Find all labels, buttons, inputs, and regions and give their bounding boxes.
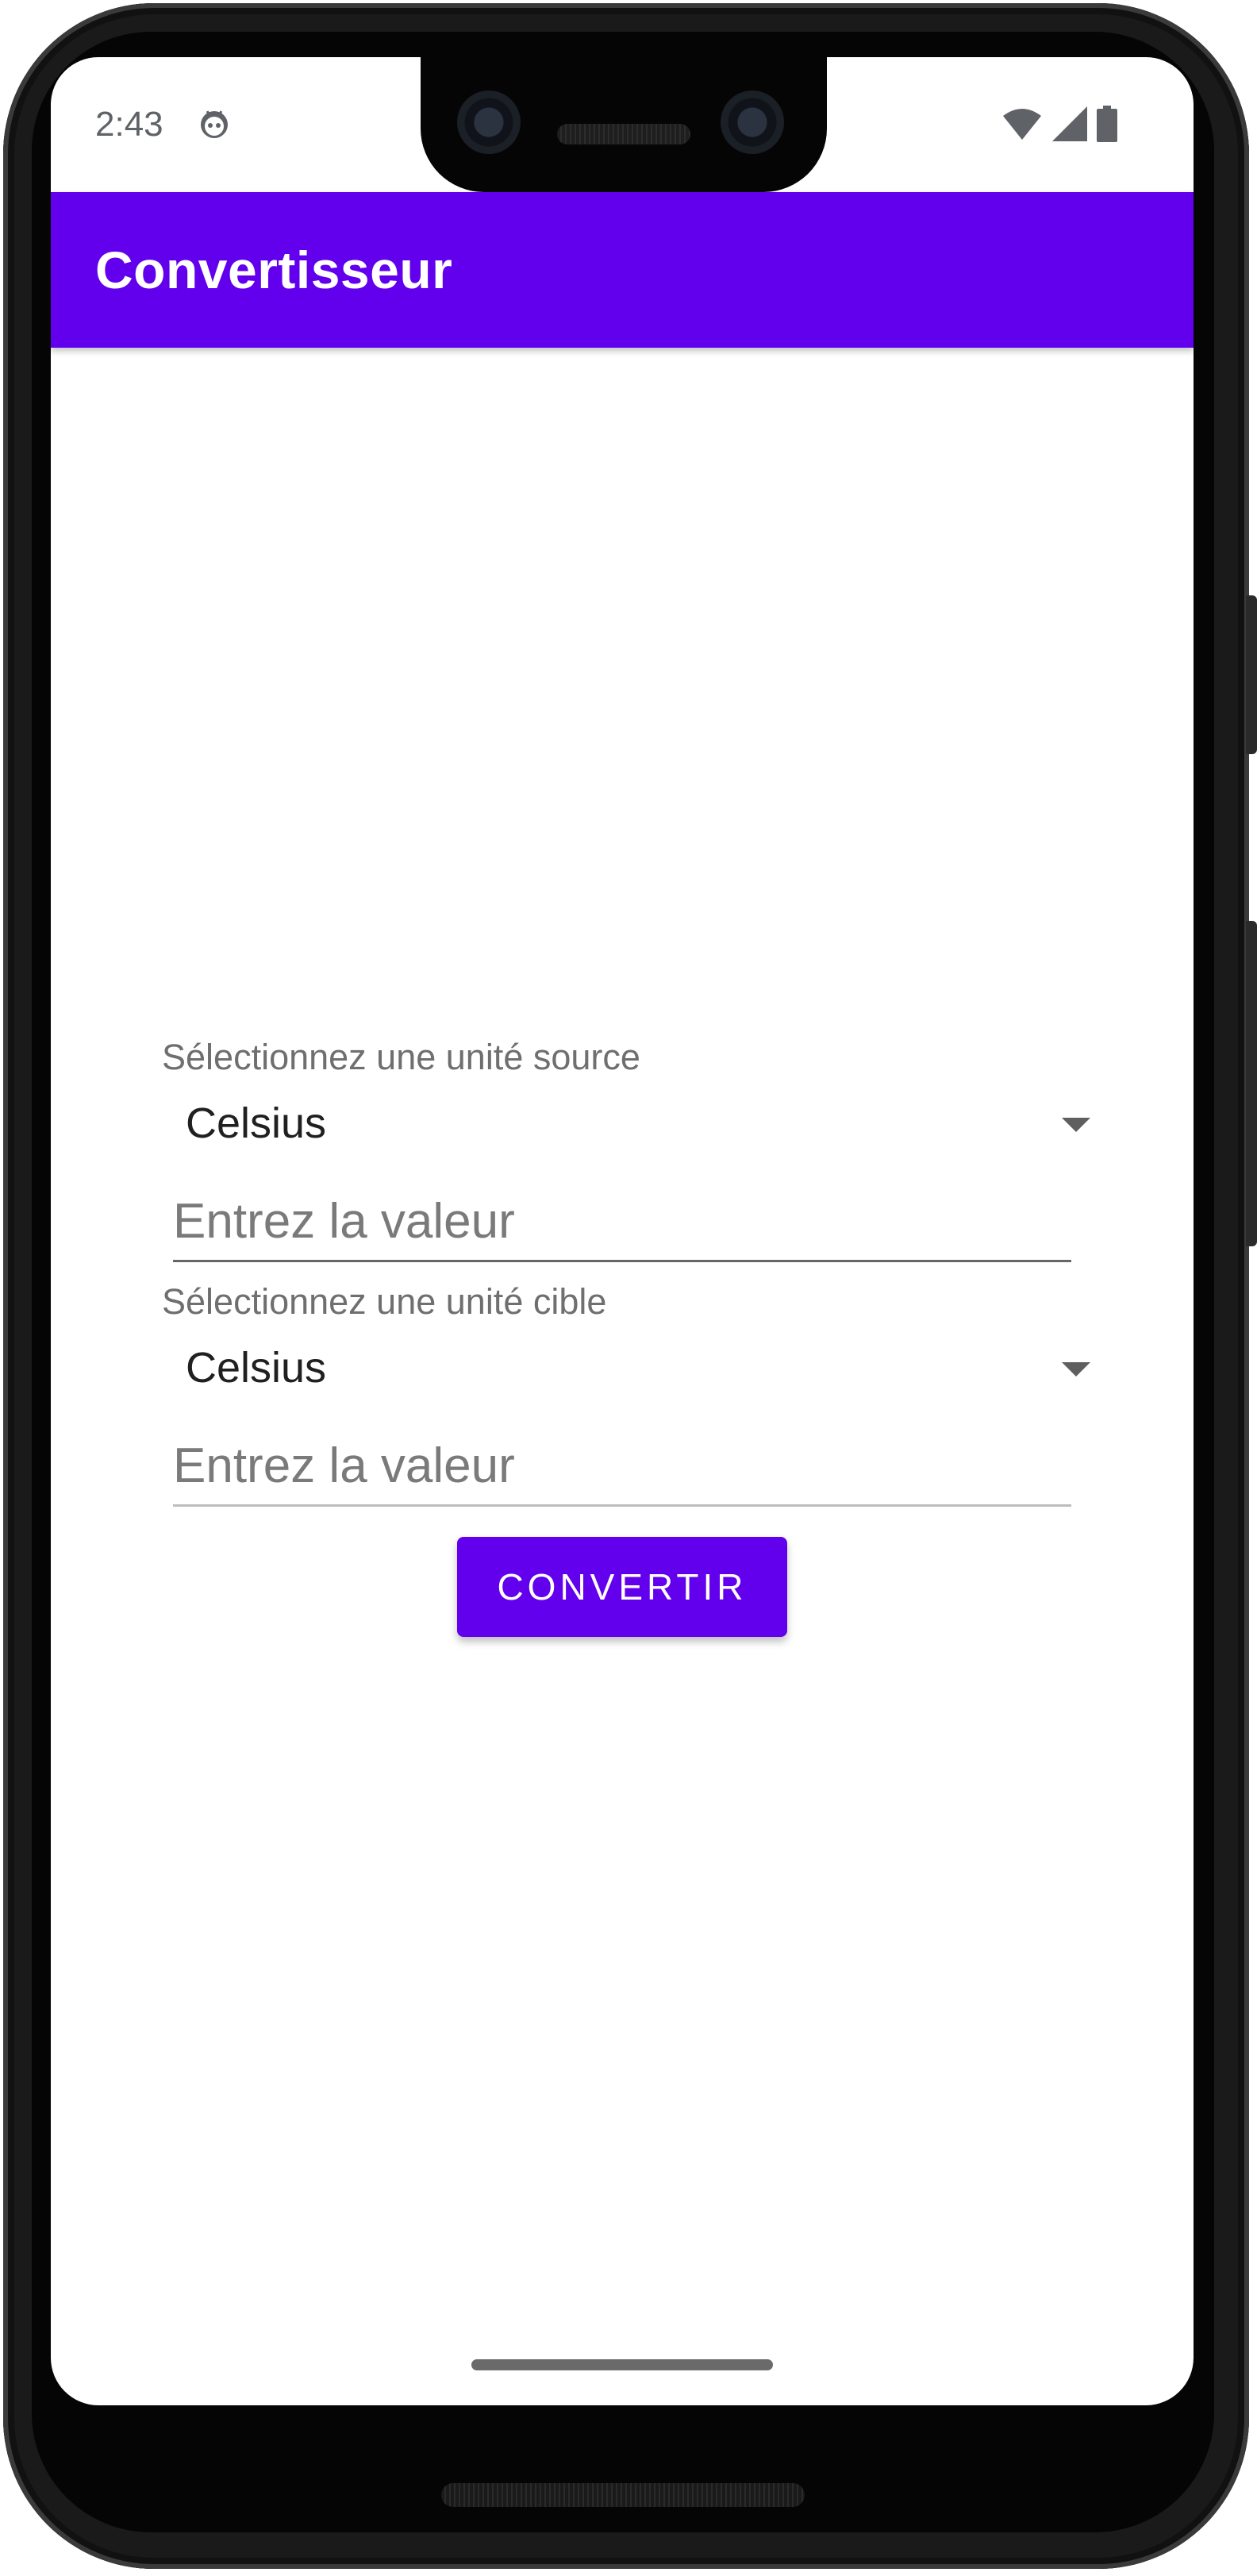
source-unit-label: Sélectionnez une unité source bbox=[162, 1037, 640, 1077]
power-button bbox=[1246, 595, 1257, 754]
app-bar: Convertisseur bbox=[51, 192, 1194, 348]
screen: 2:43 Convertisseur Sélectionnez une unit… bbox=[51, 57, 1194, 2405]
volume-rocker bbox=[1246, 921, 1257, 1246]
app-title: Convertisseur bbox=[95, 241, 453, 299]
source-unit-value: Celsius bbox=[186, 1099, 327, 1147]
home-indicator[interactable] bbox=[471, 2359, 773, 2370]
target-unit-spinner[interactable]: Celsius bbox=[170, 1332, 1090, 1404]
convert-button[interactable]: CONVERTIR bbox=[457, 1537, 787, 1637]
target-unit-value: Celsius bbox=[186, 1344, 327, 1392]
source-value-input[interactable] bbox=[173, 1183, 1071, 1262]
camera-notch bbox=[421, 51, 827, 192]
earpiece-speaker bbox=[557, 124, 690, 144]
status-icons bbox=[1001, 106, 1117, 142]
battery-icon bbox=[1097, 106, 1117, 142]
target-unit-label: Sélectionnez une unité cible bbox=[162, 1281, 607, 1322]
target-value-input[interactable] bbox=[173, 1427, 1071, 1507]
android-debug-icon bbox=[201, 110, 228, 138]
cell-signal-icon bbox=[1052, 106, 1087, 141]
phone-device: 2:43 Convertisseur Sélectionnez une unit… bbox=[0, 0, 1257, 2576]
front-camera-icon bbox=[721, 90, 784, 154]
source-unit-spinner[interactable]: Celsius bbox=[170, 1088, 1090, 1159]
wifi-icon bbox=[1003, 109, 1041, 140]
dropdown-arrow-icon bbox=[1062, 1362, 1090, 1377]
status-time: 2:43 bbox=[95, 105, 163, 144]
dropdown-arrow-icon bbox=[1062, 1118, 1090, 1132]
bottom-speaker bbox=[441, 2483, 805, 2507]
front-camera-icon bbox=[457, 90, 521, 154]
